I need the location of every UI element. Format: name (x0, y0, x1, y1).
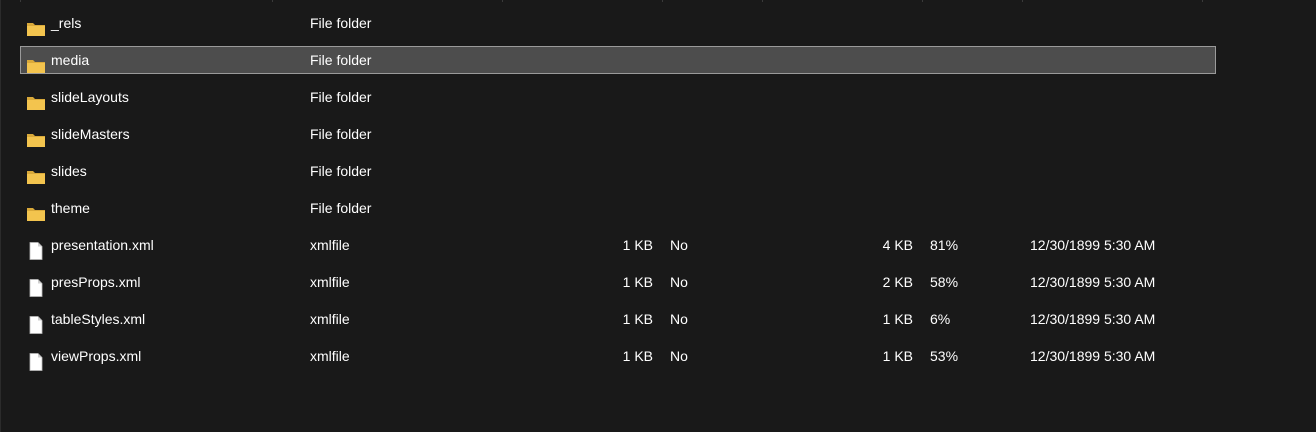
file-size (560, 5, 653, 42)
file-compressed-size (820, 5, 913, 42)
file-size: 1 KB (622, 274, 653, 290)
file-name: tableStyles.xml (51, 311, 146, 327)
file-icon (26, 348, 46, 371)
file-list-row[interactable]: presProps.xml xmlfile 1 KB No 2 KB 58% 12/30/1… (0, 266, 1316, 303)
file-compressed-size (820, 42, 913, 79)
file-size: 1 KB (622, 348, 653, 364)
file-list-row[interactable]: presentation.xml xmlfile 1 KB No 4 KB 81% 12/3… (0, 229, 1316, 266)
file-list: _rels File folder media File folder slideLay… (0, 7, 1316, 377)
file-password-protected: No (670, 237, 688, 253)
file-size (560, 153, 653, 190)
file-name: slideLayouts (51, 89, 129, 105)
file-ratio: 53% (930, 348, 959, 364)
file-name: viewProps.xml (51, 348, 142, 364)
file-type: xmlfile (310, 348, 350, 364)
file-icon (26, 311, 46, 334)
folder-icon (26, 126, 46, 147)
file-type: xmlfile (310, 311, 350, 327)
file-size: 1 KB (622, 237, 653, 253)
file-type: xmlfile (310, 237, 350, 253)
file-name: media (51, 52, 90, 68)
file-date-modified: 12/30/1899 5:30 AM (1030, 237, 1156, 253)
file-ratio: 58% (930, 274, 959, 290)
file-type: File folder (310, 200, 372, 216)
file-list-view: _rels File folder media File folder slideLay… (0, 0, 1316, 432)
file-compressed-size: 1 KB (882, 348, 913, 364)
file-compressed-size: 2 KB (882, 274, 913, 290)
file-list-row[interactable]: slides File folder (0, 155, 1316, 192)
file-password-protected: No (670, 311, 688, 327)
file-list-row[interactable]: _rels File folder (0, 7, 1316, 44)
file-compressed-size (820, 190, 913, 227)
file-size (560, 190, 653, 227)
file-size (560, 116, 653, 153)
file-date-modified: 12/30/1899 5:30 AM (1030, 311, 1156, 327)
file-compressed-size: 4 KB (882, 237, 913, 253)
file-list-row[interactable]: media File folder (0, 44, 1316, 81)
folder-icon (26, 15, 46, 36)
file-ratio: 6% (930, 311, 951, 327)
file-type: File folder (310, 15, 372, 31)
file-ratio: 81% (930, 237, 959, 253)
folder-icon (26, 52, 46, 73)
file-list-row[interactable]: tableStyles.xml xmlfile 1 KB No 1 KB 6% 12/30/… (0, 303, 1316, 340)
file-name: slideMasters (51, 126, 130, 142)
file-name: presProps.xml (51, 274, 141, 290)
file-password-protected: No (670, 274, 688, 290)
file-password-protected: No (670, 348, 688, 364)
file-list-row[interactable]: viewProps.xml xmlfile 1 KB No 1 KB 53% 12/30/1… (0, 340, 1316, 377)
file-size: 1 KB (622, 311, 653, 327)
folder-icon (26, 163, 46, 184)
file-date-modified: 12/30/1899 5:30 AM (1030, 348, 1156, 364)
file-icon (26, 237, 46, 260)
file-icon (26, 274, 46, 297)
file-type: File folder (310, 163, 372, 179)
file-type: xmlfile (310, 274, 350, 290)
column-header-dividers (0, 0, 1316, 2)
file-compressed-size (820, 116, 913, 153)
folder-icon (26, 89, 46, 110)
file-type: File folder (310, 126, 372, 142)
file-name: theme (51, 200, 90, 216)
file-compressed-size (820, 153, 913, 190)
file-name: slides (51, 163, 87, 179)
file-size (560, 42, 653, 79)
file-type: File folder (310, 89, 372, 105)
file-list-row[interactable]: slideMasters File folder (0, 118, 1316, 155)
file-name: _rels (51, 15, 82, 31)
file-date-modified: 12/30/1899 5:30 AM (1030, 274, 1156, 290)
file-size (560, 79, 653, 116)
file-list-row[interactable]: slideLayouts File folder (0, 81, 1316, 118)
file-compressed-size: 1 KB (882, 311, 913, 327)
folder-icon (26, 200, 46, 221)
file-list-row[interactable]: theme File folder (0, 192, 1316, 229)
file-compressed-size (820, 79, 913, 116)
file-type: File folder (310, 52, 372, 68)
file-name: presentation.xml (51, 237, 154, 253)
